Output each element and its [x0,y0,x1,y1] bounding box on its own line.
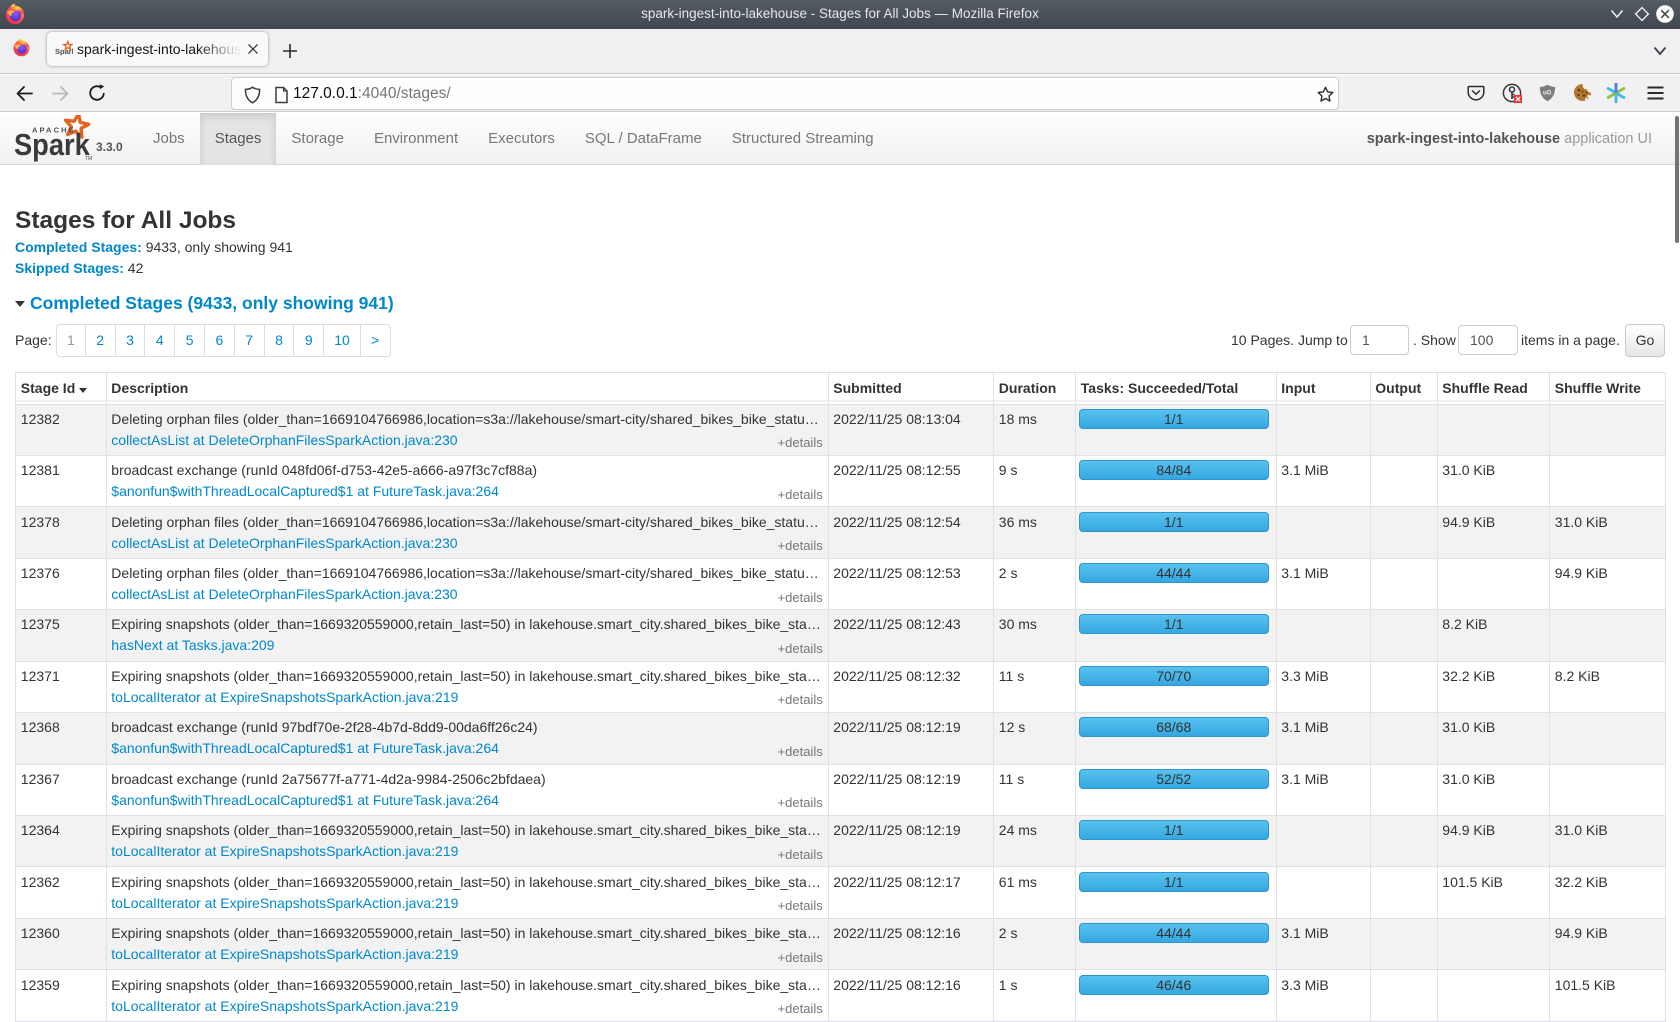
svg-text:uO: uO [1543,91,1552,97]
svg-text:TM: TM [85,156,92,162]
svg-text:Spark: Spark [14,128,91,162]
